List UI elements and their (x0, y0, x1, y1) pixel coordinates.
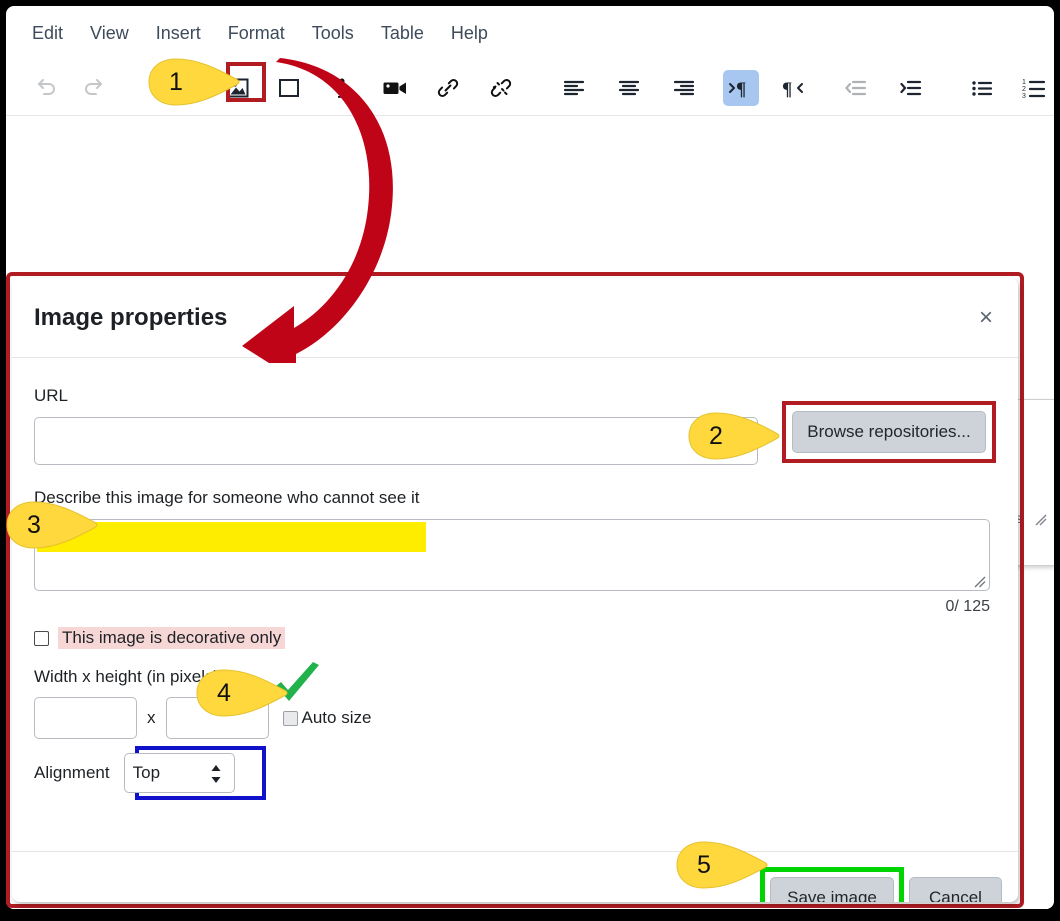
description-textarea[interactable] (34, 519, 990, 591)
rtl-direction-icon[interactable]: ¶ (774, 70, 810, 106)
bullet-list-icon[interactable] (964, 70, 1000, 106)
chevron-updown-icon (210, 763, 222, 785)
save-image-button[interactable]: Save image (770, 877, 894, 902)
menu-tools[interactable]: Tools (312, 23, 354, 44)
size-separator: x (147, 708, 156, 728)
alignment-selected-value: Top (133, 763, 160, 783)
menu-table[interactable]: Table (381, 23, 424, 44)
microphone-icon[interactable] (324, 70, 360, 106)
menubar: Edit View Insert Format Tools Table Help (6, 6, 1054, 61)
svg-text:2: 2 (1022, 86, 1026, 93)
decorative-label: This image is decorative only (58, 627, 285, 649)
textarea-resize-grip-icon[interactable] (972, 574, 986, 588)
bold-icon[interactable]: B (153, 70, 189, 106)
dialog-header: Image properties × (12, 278, 1018, 358)
url-input[interactable] (34, 417, 758, 465)
redo-icon[interactable] (75, 70, 111, 106)
screenshot-root: Edit View Insert Format Tools Table Help (0, 0, 1060, 921)
url-row: Browse repositories... (34, 417, 996, 465)
align-right-icon[interactable] (666, 70, 702, 106)
outdent-icon[interactable] (838, 70, 874, 106)
numbered-list-icon[interactable]: 1 2 3 (1017, 70, 1053, 106)
dialog-body: URL Browse repositories... Describe this… (12, 386, 1018, 851)
decorative-checkbox-row[interactable]: This image is decorative only (34, 627, 996, 649)
auto-size-checkbox[interactable] (283, 711, 298, 726)
svg-text:1: 1 (1022, 79, 1026, 86)
audio-icon[interactable] (271, 70, 307, 106)
alignment-label: Alignment (34, 763, 110, 783)
svg-text:B: B (164, 78, 176, 98)
description-character-counter: 0/ 125 (34, 598, 990, 616)
image-properties-dialog: Image properties × URL Browse repositori… (12, 278, 1018, 902)
menu-view[interactable]: View (90, 23, 129, 44)
link-icon[interactable] (430, 70, 466, 106)
decorative-checkbox[interactable] (34, 631, 49, 646)
indent-icon[interactable] (893, 70, 929, 106)
alignment-select[interactable]: Top (124, 753, 235, 793)
ltr-direction-icon[interactable]: ¶ (723, 70, 759, 106)
description-yellow-highlight (37, 522, 426, 552)
menu-format[interactable]: Format (228, 23, 285, 44)
svg-text:3: 3 (1022, 93, 1026, 100)
height-input[interactable] (166, 697, 269, 739)
dialog-title: Image properties (34, 304, 227, 332)
dialog-footer: Save image Cancel (12, 851, 1018, 902)
image-icon[interactable] (220, 70, 256, 106)
auto-size-row[interactable]: Auto size (283, 708, 372, 728)
svg-text:¶: ¶ (782, 79, 792, 100)
undo-icon[interactable] (29, 70, 65, 106)
resize-grip-icon (1033, 512, 1047, 526)
unlink-icon[interactable] (483, 70, 519, 106)
video-icon[interactable] (377, 70, 413, 106)
browse-repositories-button[interactable]: Browse repositories... (792, 411, 986, 453)
auto-size-label: Auto size (302, 708, 372, 728)
description-label: Describe this image for someone who cann… (34, 488, 996, 508)
align-center-icon[interactable] (611, 70, 647, 106)
align-left-icon[interactable] (556, 70, 592, 106)
close-icon[interactable]: × (972, 304, 1000, 332)
size-label: Width x height (in pixels) (34, 667, 996, 687)
menu-edit[interactable]: Edit (32, 23, 63, 44)
alignment-row: Alignment Top (34, 753, 996, 793)
menu-insert[interactable]: Insert (156, 23, 201, 44)
menu-help[interactable]: Help (451, 23, 488, 44)
cancel-button[interactable]: Cancel (909, 877, 1002, 902)
size-row: x Auto size (34, 697, 996, 739)
width-input[interactable] (34, 697, 137, 739)
svg-text:¶: ¶ (736, 79, 746, 100)
toolbar: B (6, 61, 1054, 116)
